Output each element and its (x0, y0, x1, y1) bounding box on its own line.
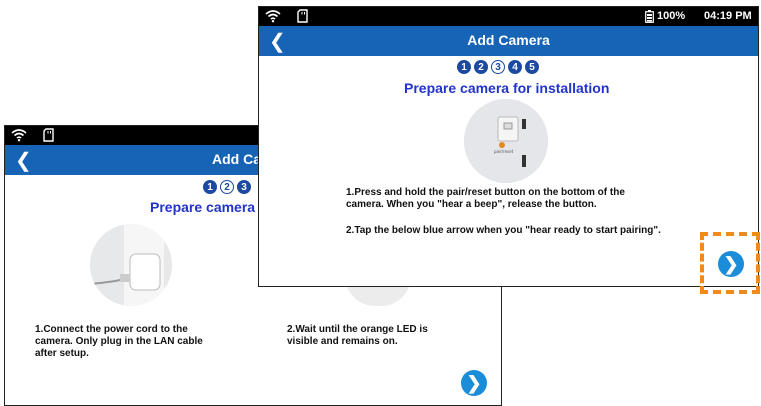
step-3: 3 (237, 180, 251, 194)
battery-icon (645, 10, 654, 23)
status-bar: 100% 04:19 PM (259, 7, 758, 26)
step-indicator: 1 2 3 4 5 (457, 60, 539, 74)
step-2: 2 (474, 60, 488, 74)
battery-level: 100% (657, 10, 686, 22)
step-3: 3 (491, 60, 505, 74)
wifi-icon (11, 129, 27, 142)
step-1: 1 (203, 180, 217, 194)
page-subtitle: Prepare camera for installation (404, 80, 610, 96)
sd-card-icon (297, 9, 308, 23)
step-5: 5 (525, 60, 539, 74)
next-button-highlight (700, 232, 760, 294)
instruction-1: 1.Connect the power cord to the camera. … (35, 324, 203, 359)
instruction-2: 2.Tap the below blue arrow when you "hea… (346, 225, 661, 236)
back-icon[interactable]: ❮ (15, 148, 32, 173)
clock: 04:19 PM (704, 10, 752, 22)
step-1: 1 (457, 60, 471, 74)
svg-text:pair/reset: pair/reset (494, 149, 514, 154)
instruction-1: 1.Press and hold the pair/reset button o… (346, 187, 625, 210)
instruction-2: 2.Wait until the orange LED is visible a… (287, 324, 428, 347)
camera-reset-button-photo: pair/reset (464, 99, 548, 183)
step-2: 2 (220, 180, 234, 194)
next-button[interactable]: ❯ (461, 370, 487, 396)
sd-card-icon (43, 128, 54, 142)
step-4: 4 (508, 60, 522, 74)
next-arrow-icon: ❯ (466, 372, 482, 393)
front-screen: 100% 04:19 PM ❮ Add Camera 1 2 3 4 5 Pre… (258, 6, 759, 287)
camera-power-photo (90, 224, 172, 306)
page-title: Add Camera (467, 32, 550, 48)
wifi-icon (265, 10, 281, 23)
title-bar: ❮ Add Camera (259, 26, 758, 56)
step-indicator: 1 2 3 (203, 180, 251, 194)
